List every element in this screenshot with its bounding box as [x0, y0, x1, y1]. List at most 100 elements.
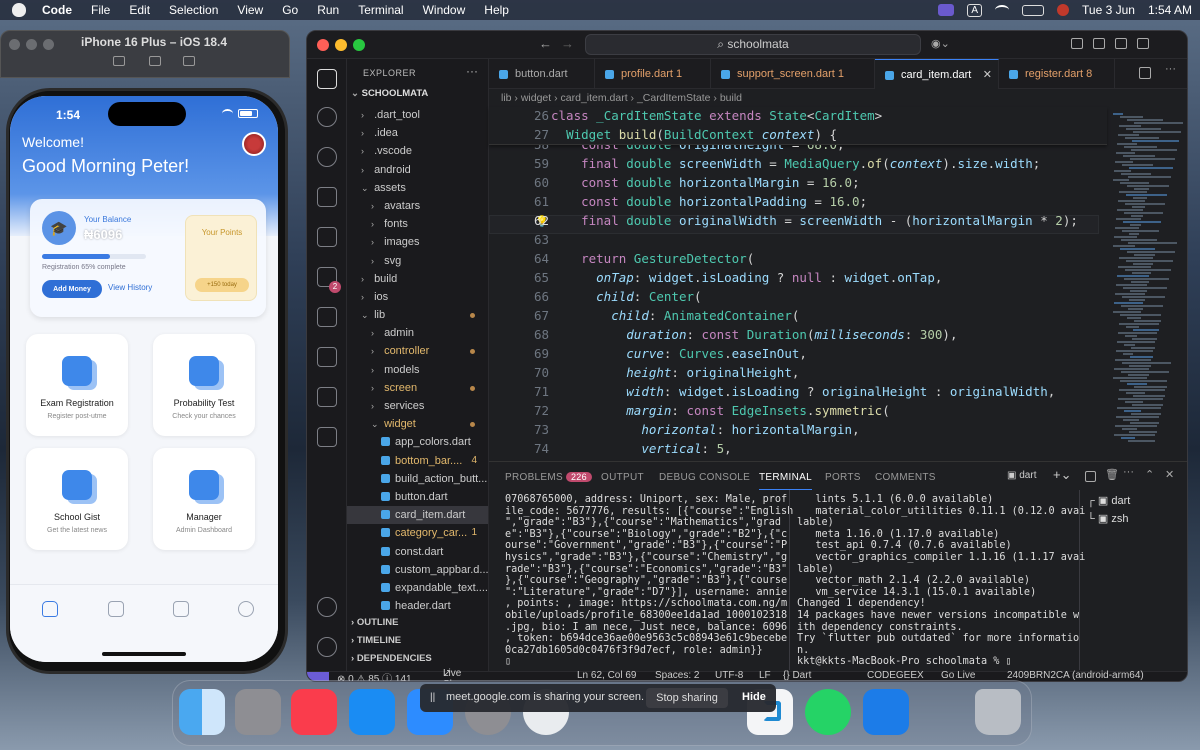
window-close-button[interactable] — [317, 39, 329, 51]
window-minimize-button[interactable] — [26, 39, 37, 50]
menu-selection[interactable]: Selection — [169, 3, 218, 17]
finder-icon[interactable] — [179, 689, 225, 735]
panel-tab-output[interactable]: OUTPUT — [601, 472, 644, 483]
new-terminal-icon[interactable]: +⌄ — [1053, 467, 1071, 483]
more-actions-icon[interactable]: ··· — [1123, 466, 1134, 478]
control-center-icon[interactable] — [1057, 4, 1070, 16]
rotate-icon[interactable] — [183, 56, 195, 66]
toggle-secondary-sidebar-icon[interactable] — [1115, 38, 1127, 49]
tab-button-dart[interactable]: button.dart — [489, 59, 595, 89]
battery-icon[interactable] — [1022, 4, 1045, 16]
tree-folder[interactable]: › .vscode — [347, 142, 488, 160]
customize-layout-icon[interactable] — [1137, 38, 1149, 49]
dependencies-section[interactable]: › DEPENDENCIES — [351, 653, 432, 664]
tile-exam-registration[interactable]: Exam Registration Register post-utme — [26, 334, 128, 436]
more-actions-icon[interactable]: ··· — [1165, 63, 1176, 75]
panel-tab-debug-console[interactable]: DEBUG CONSOLE — [659, 472, 750, 483]
split-terminal-icon[interactable] — [1085, 471, 1096, 482]
minimap[interactable] — [1107, 107, 1187, 457]
screenshot-icon[interactable] — [149, 56, 161, 66]
menu-edit[interactable]: Edit — [129, 3, 150, 17]
source-control-icon[interactable] — [317, 147, 337, 167]
forward-arrow-icon[interactable]: → — [561, 36, 574, 51]
tree-folder[interactable]: › images — [347, 233, 488, 251]
command-center-search[interactable]: ⌕ schoolmata — [585, 34, 921, 55]
toggle-panel-icon[interactable] — [1093, 38, 1105, 49]
flutter-icon[interactable] — [317, 347, 337, 367]
manage-gear-icon[interactable] — [317, 637, 337, 657]
breadcrumb[interactable]: lib › widget › card_item.dart › _CardIte… — [501, 89, 742, 107]
terminal-list-item-dart[interactable]: ┌ ▣ dart — [1087, 494, 1130, 512]
tree-file[interactable]: build_action_butt... — [347, 470, 488, 488]
tree-file[interactable]: bottom_bar.... 4 — [347, 452, 488, 470]
tree-folder[interactable]: › .idea — [347, 124, 488, 142]
tree-folder[interactable]: › models — [347, 361, 488, 379]
wifi-icon[interactable] — [995, 5, 1010, 15]
live-share-icon[interactable] — [317, 387, 337, 407]
workspace-root[interactable]: ⌄ SCHOOLMATA — [351, 88, 428, 99]
tree-file[interactable]: expandable_text.... — [347, 579, 488, 597]
tree-folder[interactable]: › admin — [347, 324, 488, 342]
files-icon[interactable] — [317, 69, 337, 89]
tree-file[interactable]: const.dart — [347, 543, 488, 561]
trash-icon[interactable] — [975, 689, 1021, 735]
tile-school-gist[interactable]: School Gist Get the latest news — [26, 448, 128, 550]
tab-card-item-dart[interactable]: card_item.dart ✕ — [875, 59, 999, 89]
screen-share-icon[interactable] — [938, 4, 955, 16]
view-history-link[interactable]: View History — [108, 283, 152, 292]
tree-folder[interactable]: ⌄ lib — [347, 306, 488, 324]
toggle-sidebar-icon[interactable] — [1071, 38, 1083, 49]
terminal-shell-selector[interactable]: ▣ dart — [1007, 470, 1036, 481]
avatar[interactable] — [242, 132, 266, 156]
tab-support-screen-dart[interactable]: support_screen.dart 1 — [711, 59, 875, 89]
menu-view[interactable]: View — [237, 3, 263, 17]
menubar-date[interactable]: Tue 3 Jun — [1082, 3, 1135, 17]
codegeex-icon[interactable] — [317, 427, 337, 447]
tree-file[interactable]: card_item.dart — [347, 506, 488, 525]
news-icon[interactable] — [108, 601, 124, 617]
menubar-time[interactable]: 1:54 AM — [1148, 3, 1192, 17]
menu-window[interactable]: Window — [423, 3, 466, 17]
music-icon[interactable] — [291, 689, 337, 735]
hide-button[interactable]: Hide — [742, 691, 766, 703]
terminal-output-dart[interactable]: 07068765000, address: Uniport, sex: Male… — [505, 494, 793, 668]
tab-profile-dart[interactable]: profile.dart 1 — [595, 59, 711, 89]
terminal-split-divider[interactable] — [789, 490, 790, 670]
back-arrow-icon[interactable]: ← — [539, 36, 552, 51]
outline-section[interactable]: › OUTLINE — [351, 617, 399, 628]
stop-sharing-button[interactable]: Stop sharing — [646, 688, 728, 708]
whatsapp-icon[interactable] — [805, 689, 851, 735]
tree-folder[interactable]: › screen — [347, 379, 488, 397]
panel-tab-problems[interactable]: PROBLEMS 226 — [505, 472, 592, 483]
input-source-indicator[interactable]: A — [967, 3, 983, 17]
window-zoom-button[interactable] — [353, 39, 365, 51]
tile-manager[interactable]: Manager Admin Dashboard — [153, 448, 255, 550]
menu-app[interactable]: Code — [42, 3, 72, 17]
apple-icon[interactable] — [12, 3, 26, 17]
tree-file[interactable]: custom_appbar.d... — [347, 561, 488, 579]
maximize-panel-icon[interactable]: ⌃ — [1145, 468, 1154, 481]
account-icon[interactable] — [317, 597, 337, 617]
tree-folder[interactable]: › svg — [347, 252, 488, 270]
document-icon[interactable] — [173, 601, 189, 617]
app-store-icon[interactable] — [349, 689, 395, 735]
copilot-icon[interactable]: ◉⌄ — [931, 37, 950, 50]
points-card[interactable]: Your Points +150 today — [185, 215, 257, 301]
tree-folder[interactable]: › fonts — [347, 215, 488, 233]
close-tab-icon[interactable]: ✕ — [983, 60, 992, 90]
kill-terminal-icon[interactable]: 🗑 — [1105, 468, 1119, 481]
home-button-icon[interactable] — [113, 56, 125, 66]
panel-tab-ports[interactable]: PORTS — [825, 472, 861, 483]
panel-tab-terminal[interactable]: TERMINAL — [759, 472, 812, 490]
status-device[interactable]: 2409BRN2CA (android-arm64) — [1007, 670, 1144, 681]
tree-file[interactable]: category_car... 1 — [347, 524, 488, 542]
menu-run[interactable]: Run — [317, 3, 339, 17]
xcode-icon[interactable] — [863, 689, 909, 735]
settings-icon[interactable] — [238, 601, 254, 617]
timeline-section[interactable]: › TIMELINE — [351, 635, 401, 646]
tile-probability-test[interactable]: Probability Test Check your chances — [153, 334, 255, 436]
remote-explorer-icon[interactable] — [317, 227, 337, 247]
launchpad-icon[interactable] — [235, 689, 281, 735]
tree-folder[interactable]: › android — [347, 161, 488, 179]
tree-file[interactable]: header.dart — [347, 597, 488, 615]
